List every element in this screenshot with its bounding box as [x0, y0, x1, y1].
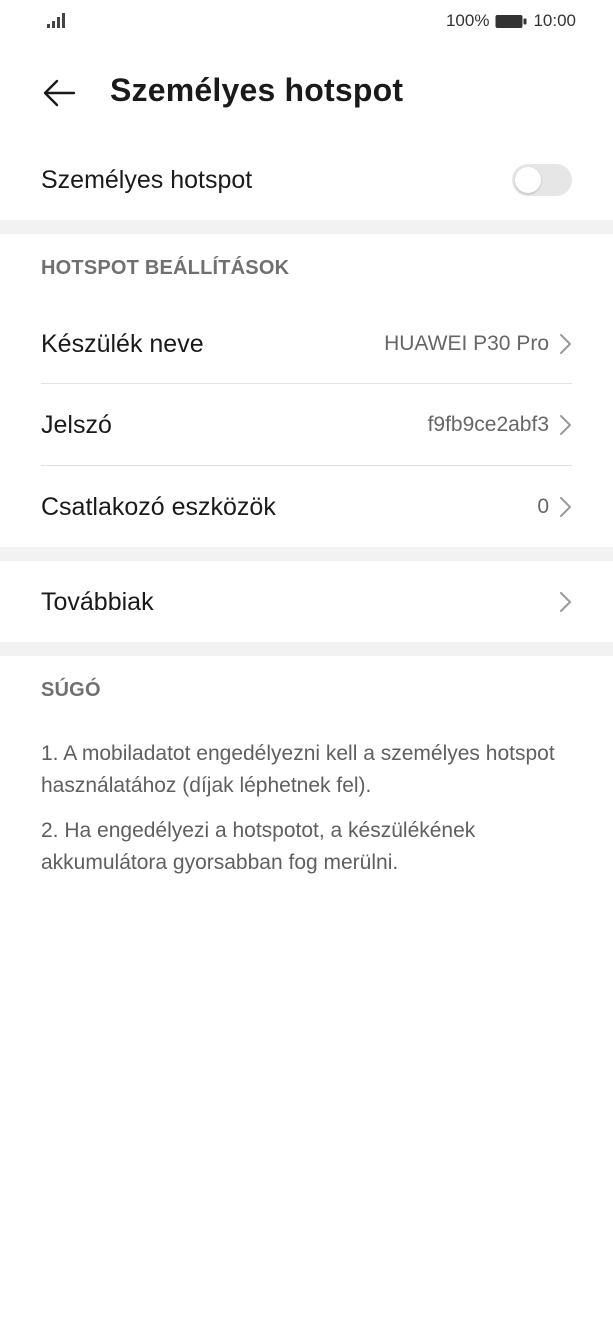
help-paragraph-2: 2. Ha engedélyezi a hotspotot, a készülé… [41, 819, 476, 874]
chevron-right-icon [560, 497, 571, 517]
setting-label: Készülék neve [41, 329, 204, 358]
section-separator [0, 547, 613, 561]
setting-label: Jelszó [41, 410, 112, 439]
divider [41, 383, 572, 384]
setting-value: 0 [537, 495, 549, 518]
signal-bars-icon [47, 13, 65, 28]
setting-row-device-name[interactable]: Készülék neve HUAWEI P30 Pro [41, 321, 572, 367]
setting-value: HUAWEI P30 Pro [384, 332, 549, 355]
status-right: 100% 10:00 [446, 11, 576, 31]
divider [41, 465, 572, 466]
clock: 10:00 [533, 11, 576, 30]
hotspot-toggle-switch[interactable] [512, 164, 572, 196]
toggle-knob [515, 167, 541, 193]
section-separator [0, 220, 613, 234]
setting-row-password[interactable]: Jelszó f9fb9ce2abf3 [41, 402, 572, 448]
help-paragraph-1: 1. A mobiladatot engedélyezni kell a sze… [41, 742, 555, 797]
chevron-right-icon [560, 415, 571, 435]
battery-percent: 100% [445, 11, 490, 30]
app-header: Személyes hotspot [0, 58, 613, 128]
chevron-right-icon [560, 334, 571, 354]
section-header-help: SÚGÓ [41, 679, 101, 701]
arrow-left-icon [43, 79, 76, 107]
status-bar: 100% 10:00 [0, 0, 613, 44]
hotspot-toggle-row[interactable]: Személyes hotspot [41, 156, 572, 204]
battery-icon [495, 14, 527, 28]
setting-label: Csatlakozó eszközök [41, 492, 276, 521]
setting-row-connected-devices[interactable]: Csatlakozó eszközök 0 [41, 484, 572, 530]
page-title: Személyes hotspot [110, 72, 404, 108]
section-separator [0, 642, 613, 656]
hotspot-toggle-label: Személyes hotspot [41, 165, 253, 194]
chevron-right-icon [560, 592, 571, 612]
more-label: Továbbiak [41, 587, 154, 616]
back-button[interactable] [36, 71, 82, 115]
section-header-settings: HOTSPOT BEÁLLÍTÁSOK [41, 257, 290, 279]
more-row[interactable]: Továbbiak [41, 579, 572, 625]
setting-value: f9fb9ce2abf3 [427, 413, 549, 436]
